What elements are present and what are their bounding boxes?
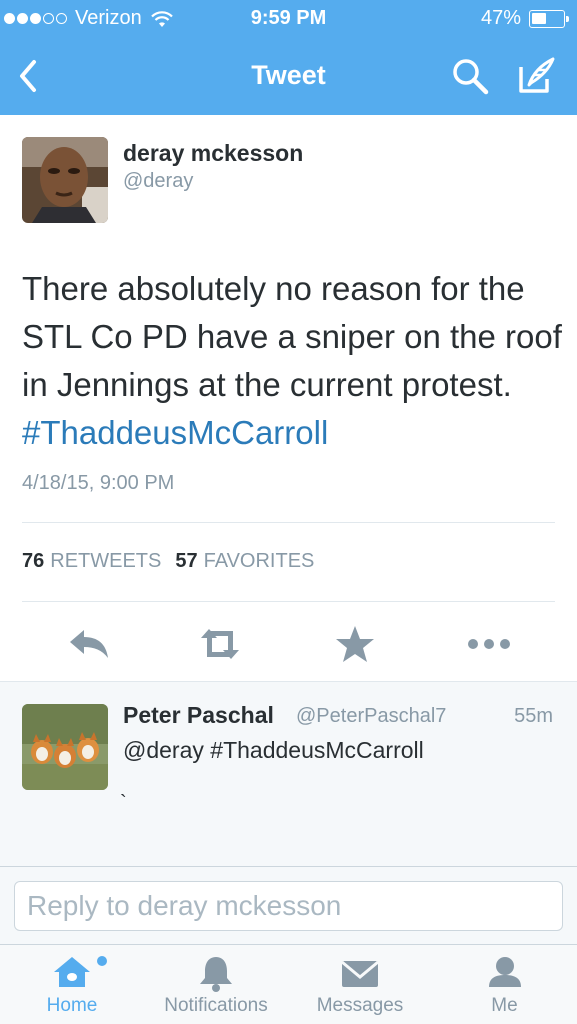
divider [22,522,555,523]
more-icon[interactable] [466,624,512,664]
favorites-count: 57 [175,550,198,572]
tab-messages-label: Messages [316,995,404,1016]
tweet-actions [0,612,577,680]
tweet-timestamp: 4/18/15, 9:00 PM [22,472,175,494]
reply-extra-text: ` [120,792,127,814]
tweet-text: There absolutely no reason for the STL C… [22,265,562,457]
retweets-count: 76 [22,550,45,572]
tab-messages[interactable]: Messages [288,945,432,1024]
hashtag-link[interactable]: #ThaddeusMcCarroll [22,414,328,451]
tab-notifications[interactable]: Notifications [144,945,288,1024]
header: Verizon 9:59 PM 47% Tweet [0,0,577,115]
tab-notifications-label: Notifications [164,995,268,1016]
tweet-detail-screen: Verizon 9:59 PM 47% Tweet deray mckesson… [0,0,577,1024]
tab-bar: Home Notifications Messages Me [0,944,577,1024]
reply-text: @deray #ThaddeusMcCarroll [123,737,424,763]
reply-author-handle[interactable]: @PeterPaschal7 [296,705,446,728]
envelope-icon [341,960,379,987]
retweet-icon[interactable] [197,624,243,664]
retweets-stat[interactable]: 76 RETWEETS [22,550,161,573]
tab-home[interactable]: Home [0,945,144,1024]
reply-avatar[interactable] [22,704,108,790]
battery-percent: 47% [480,7,521,29]
reply-bar [0,866,577,944]
favorites-stat[interactable]: 57 FAVORITES [175,550,314,573]
tab-me-label: Me [491,995,518,1016]
reply-author-name[interactable]: Peter Paschal [123,702,274,729]
reply-list: Peter Paschal @PeterPaschal7 55m @deray … [0,681,577,866]
reply-time: 55m [514,705,553,727]
favorites-label: FAVORITES [203,550,315,572]
tweet-body: There absolutely no reason for the STL C… [22,270,562,403]
author-avatar[interactable] [22,137,108,223]
status-right: 47% [480,7,569,30]
nav-bar: Tweet [0,38,577,115]
tweet-stats: 76 RETWEETS 57 FAVORITES [22,550,328,573]
favorite-star-icon[interactable] [332,624,378,664]
reply-icon[interactable] [66,624,112,664]
author-handle[interactable]: @deray [123,170,193,193]
compose-icon[interactable] [515,55,557,97]
divider [22,601,555,602]
person-icon [489,957,521,987]
home-icon [54,956,107,987]
author-name[interactable]: deray mckesson [123,140,303,167]
bell-icon [200,957,232,992]
page-title: Tweet [251,60,326,90]
retweets-label: RETWEETS [50,550,162,572]
search-icon[interactable] [450,56,490,96]
tab-home-label: Home [46,995,98,1016]
status-bar: Verizon 9:59 PM 47% [0,0,577,38]
battery-icon [529,9,569,28]
reply-input[interactable] [14,881,563,931]
tab-me[interactable]: Me [432,945,577,1024]
